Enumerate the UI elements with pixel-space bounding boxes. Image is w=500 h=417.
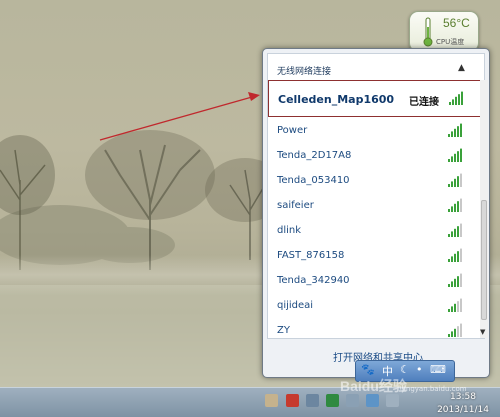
baidu-watermark: Baidu经验	[340, 378, 407, 394]
paw-icon[interactable]: 🐾	[361, 363, 375, 376]
baidu-watermark-url: jingyan.baidu.com	[402, 385, 467, 393]
dot-icon[interactable]: •	[416, 363, 423, 376]
moon-icon[interactable]: ☾	[400, 363, 410, 376]
tray-display-icon[interactable]	[306, 394, 319, 407]
keyboard-icon[interactable]: ⌨	[430, 363, 446, 376]
clock-time: 13:58	[450, 392, 476, 402]
tray-security-icon[interactable]	[286, 394, 299, 407]
red-arrow-annotation	[99, 92, 260, 141]
taskbar-clock[interactable]: 13:58 2013/11/14	[428, 392, 498, 415]
tray-shield-icon[interactable]	[326, 394, 339, 407]
clock-date: 2013/11/14	[437, 405, 489, 415]
tray-app-icon[interactable]	[265, 394, 278, 407]
